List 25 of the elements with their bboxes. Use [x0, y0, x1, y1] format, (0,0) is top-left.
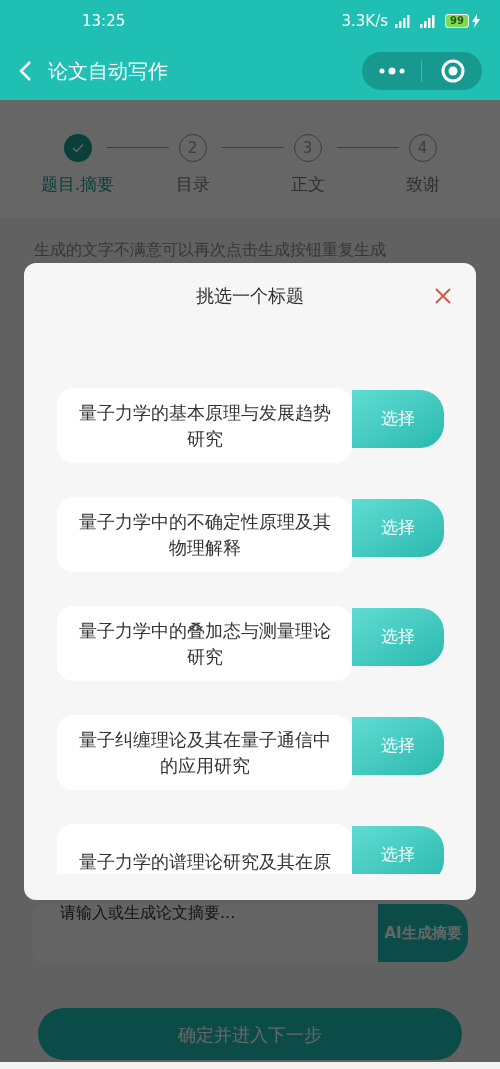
select-button[interactable]: 选择 — [352, 826, 444, 874]
more-icon[interactable] — [379, 67, 405, 75]
dialog-title: 挑选一个标题 — [196, 283, 304, 308]
select-button[interactable]: 选择 — [352, 390, 444, 448]
network-speed: 3.3K/s — [341, 10, 389, 32]
select-button[interactable]: 选择 — [352, 717, 444, 775]
title-option: 量子力学中的不确定性原理及其物理解释 — [57, 497, 352, 572]
battery-level: 99 — [445, 14, 469, 28]
title-option: 量子力学中的叠加态与测量理论研究 — [57, 606, 352, 681]
back-icon[interactable] — [18, 60, 32, 82]
charging-icon — [472, 14, 480, 28]
ai-generate-button[interactable]: AI生成摘要 — [378, 904, 468, 962]
status-time: 13:25 — [82, 10, 126, 32]
next-step-button[interactable]: 确定并进入下一步 — [38, 1008, 462, 1060]
select-button[interactable]: 选择 — [352, 608, 444, 666]
capsule-menu[interactable] — [362, 52, 482, 90]
close-icon[interactable] — [435, 288, 451, 304]
select-button[interactable]: 选择 — [352, 499, 444, 557]
step-label: 题目.摘要 — [40, 173, 115, 196]
title-option: 量子纠缠理论及其在量子通信中的应用研究 — [57, 715, 352, 790]
check-icon — [71, 143, 84, 153]
close-target-icon[interactable] — [441, 59, 465, 83]
page-title: 论文自动写作 — [48, 58, 168, 85]
title-option: 量子力学的谱理论研究及其在原 — [57, 824, 352, 874]
title-option: 量子力学的基本原理与发展趋势研究 — [57, 388, 352, 463]
